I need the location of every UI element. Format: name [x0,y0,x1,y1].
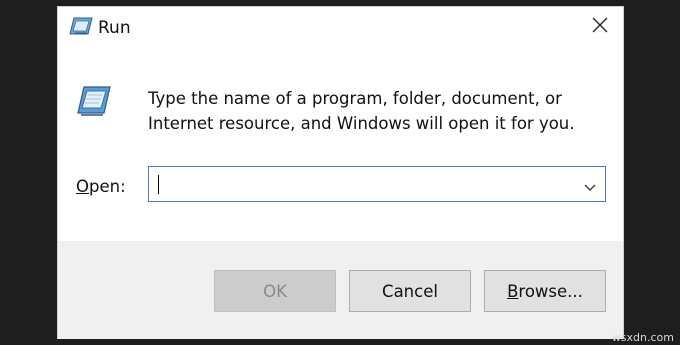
run-icon [69,16,93,36]
browse-accel: B [507,281,519,301]
watermark: wsxdn.com [611,331,674,344]
close-icon [592,17,608,37]
button-bar: OK Cancel Browse... [58,241,623,339]
window-title: Run [98,18,131,38]
browse-button[interactable]: Browse... [484,270,606,312]
description-text: Type the name of a program, folder, docu… [148,87,598,136]
close-button[interactable] [577,7,623,47]
text-cursor [158,175,159,194]
chevron-down-icon[interactable] [583,178,597,191]
browse-label-rest: rowse... [518,281,583,301]
title-bar[interactable]: Run [58,7,623,47]
run-dialog: Run Type the name of a program, folder, … [57,6,624,339]
description-line-2: Internet resource, and Windows will open… [148,113,575,133]
run-icon [77,85,111,117]
open-combobox[interactable] [148,166,606,202]
open-label-accel: O [76,177,89,196]
description-line-1: Type the name of a program, folder, docu… [148,89,562,108]
open-label-rest: pen: [89,177,126,196]
open-label: Open: [76,177,126,196]
cancel-button[interactable]: Cancel [349,270,471,312]
ok-button[interactable]: OK [214,270,336,312]
